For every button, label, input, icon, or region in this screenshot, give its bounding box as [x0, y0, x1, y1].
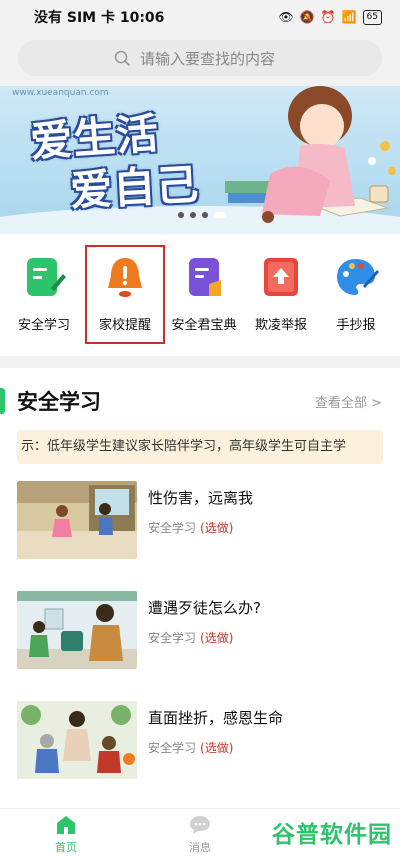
- lesson-category: 安全学习: [148, 631, 197, 645]
- notice-ticker: 示：低年级学生建议家长陪伴学习，高年级学生可自主学: [17, 430, 383, 464]
- banner-dot: [190, 212, 196, 218]
- search-placeholder: 请输入要查找的内容: [140, 49, 276, 68]
- document-pen-icon: [21, 254, 67, 300]
- lesson-item[interactable]: 性伤害，远离我 安全学习 (选做): [17, 481, 383, 561]
- banner-pagination-dots: [178, 212, 226, 218]
- quick-item-handwritten-newspaper[interactable]: 手抄报: [317, 254, 395, 333]
- tab-label: 首页: [55, 841, 77, 854]
- highlight-box: [85, 245, 165, 344]
- banner-slogan-line2: 爱自己: [68, 159, 201, 216]
- palette-icon: [333, 254, 379, 300]
- wifi-icon: 📶: [341, 10, 357, 24]
- lesson-category: 安全学习: [148, 521, 197, 535]
- mute-icon: 🔕: [299, 10, 315, 24]
- search-input[interactable]: 请输入要查找的内容: [18, 40, 382, 76]
- safety-learning-section: 安全学习 查看全部 > 示：低年级学生建议家长陪伴学习，高年级学生可自主学 性伤…: [0, 368, 400, 808]
- quick-item-label: 安全学习: [17, 318, 70, 333]
- tab-label: 消息: [189, 841, 211, 854]
- quick-item-safety-guide[interactable]: 安全君宝典: [165, 254, 243, 333]
- quick-menu: 安全学习 家校提醒 安全君宝典 欺凌举报 手抄报: [0, 234, 400, 356]
- search-icon: [114, 50, 130, 66]
- message-icon: [188, 813, 212, 837]
- lesson-tag: (选做): [200, 631, 234, 645]
- view-all-link[interactable]: 查看全部 >: [315, 392, 382, 411]
- section-title: 安全学习: [17, 390, 101, 414]
- lesson-item[interactable]: 遭遇歹徒怎么办? 安全学习 (选做): [17, 591, 383, 671]
- lesson-tag: (选做): [200, 521, 234, 535]
- battery-icon: 65: [362, 9, 382, 25]
- lesson-meta: 安全学习 (选做): [148, 629, 233, 646]
- lesson-category: 安全学习: [148, 741, 197, 755]
- lesson-thumbnail: [17, 701, 137, 779]
- lesson-thumbnail: [17, 481, 137, 559]
- banner-dot-active: [214, 212, 226, 218]
- lesson-title: 性伤害，远离我: [148, 489, 254, 507]
- tab-home[interactable]: 首页: [36, 813, 96, 855]
- lesson-thumbnail: [17, 591, 137, 669]
- quick-item-label: 手抄报: [336, 318, 376, 333]
- status-bar: 没有 SIM 卡 10:06 👁 🔕 ⏰ 📶 65: [0, 0, 400, 34]
- lesson-title: 直面挫折，感恩生命: [148, 709, 284, 727]
- quick-item-safety-learning[interactable]: 安全学习: [5, 254, 83, 333]
- lesson-meta: 安全学习 (选做): [148, 739, 233, 756]
- home-icon: [54, 813, 78, 837]
- status-carrier-time: 没有 SIM 卡 10:06: [34, 10, 165, 26]
- lesson-tag: (选做): [200, 741, 234, 755]
- lesson-meta: 安全学习 (选做): [148, 519, 233, 536]
- section-accent-bar: [0, 388, 5, 414]
- section-header: 安全学习 查看全部 >: [0, 386, 400, 416]
- eye-icon: 👁: [278, 10, 294, 24]
- status-icons: 👁 🔕 ⏰ 📶 65: [278, 9, 382, 25]
- alarm-icon: ⏰: [320, 10, 336, 24]
- quick-item-bullying-report[interactable]: 欺凌举报: [242, 254, 320, 333]
- banner-dot: [202, 212, 208, 218]
- upload-report-icon: [258, 254, 304, 300]
- lesson-title: 遭遇歹徒怎么办?: [148, 599, 261, 617]
- banner-dot: [178, 212, 184, 218]
- lesson-item[interactable]: 直面挫折，感恩生命 安全学习 (选做): [17, 701, 383, 781]
- tab-messages[interactable]: 消息: [170, 813, 230, 855]
- book-icon: [181, 254, 227, 300]
- watermark-logo: 谷普软件园: [272, 822, 392, 848]
- quick-item-label: 安全君宝典: [171, 318, 237, 333]
- quick-item-label: 欺凌举报: [254, 318, 307, 333]
